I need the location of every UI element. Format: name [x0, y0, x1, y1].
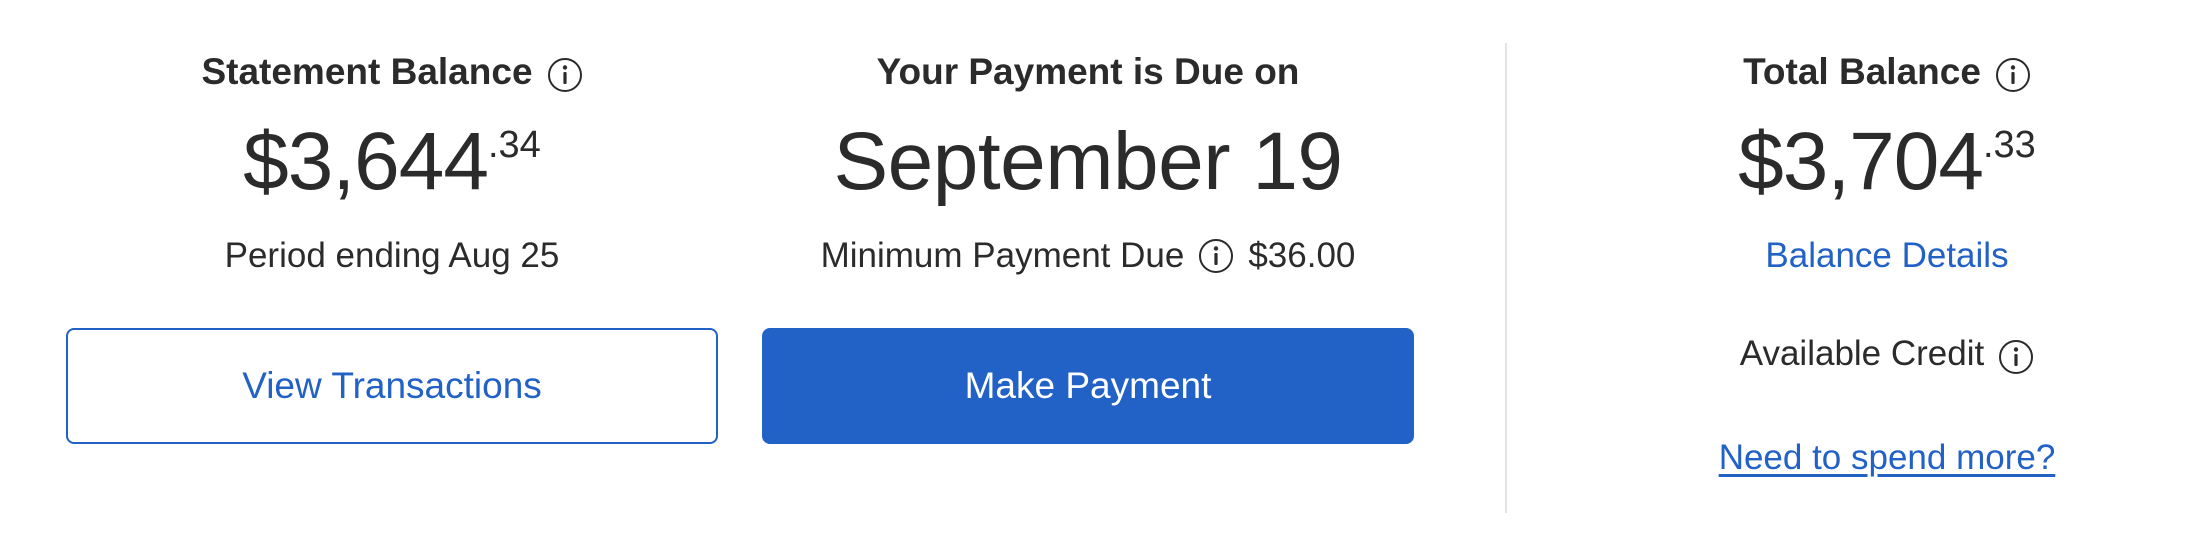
total-balance-amount: $3,704.33 — [1600, 112, 2174, 212]
payment-due-heading: Your Payment is Due on — [762, 46, 1414, 98]
available-credit-row: Available Credit — [1600, 328, 2174, 380]
info-icon[interactable] — [547, 57, 583, 93]
total-balance-panel: Total Balance $3,704.33 Balance Details … — [1600, 0, 2174, 536]
statement-balance-panel: Statement Balance $3,644.34 Period endin… — [66, 0, 718, 536]
statement-period-text: Period ending Aug 25 — [224, 236, 560, 275]
payment-due-title: Your Payment is Due on — [876, 51, 1300, 92]
total-balance-heading: Total Balance — [1600, 46, 2174, 98]
available-credit-label: Available Credit — [1739, 334, 1985, 373]
spend-more-row: Need to spend more? — [1600, 432, 2174, 484]
total-balance-cents: .33 — [1982, 124, 2036, 166]
payment-due-date: September 19 — [833, 116, 1343, 207]
make-payment-label: Make Payment — [964, 365, 1212, 406]
statement-balance-title: Statement Balance — [201, 51, 533, 92]
info-icon[interactable] — [1998, 339, 2034, 375]
total-balance-dollars: $3,704 — [1738, 116, 1984, 207]
minimum-payment-amount: $36.00 — [1248, 236, 1356, 275]
statement-period: Period ending Aug 25 — [66, 230, 718, 282]
balance-details-row: Balance Details — [1600, 230, 2174, 282]
info-icon[interactable] — [1995, 57, 2031, 93]
payment-due-panel: Your Payment is Due on September 19 Mini… — [762, 0, 1414, 536]
statement-balance-amount: $3,644.34 — [66, 112, 718, 212]
view-transactions-button[interactable]: View Transactions — [66, 328, 718, 444]
statement-balance-dollars: $3,644 — [243, 116, 489, 207]
view-transactions-label: View Transactions — [242, 365, 542, 406]
need-to-spend-more-link[interactable]: Need to spend more? — [1719, 438, 2056, 477]
balance-details-link[interactable]: Balance Details — [1765, 230, 2008, 282]
total-balance-title: Total Balance — [1743, 51, 1981, 92]
minimum-payment-row: Minimum Payment Due $36.00 — [762, 230, 1414, 282]
make-payment-button[interactable]: Make Payment — [762, 328, 1414, 444]
statement-balance-cents: .34 — [487, 124, 541, 166]
info-icon[interactable] — [1198, 238, 1234, 274]
panel-divider — [1505, 43, 1507, 513]
statement-balance-heading: Statement Balance — [66, 46, 718, 98]
minimum-payment-label: Minimum Payment Due — [820, 236, 1185, 275]
